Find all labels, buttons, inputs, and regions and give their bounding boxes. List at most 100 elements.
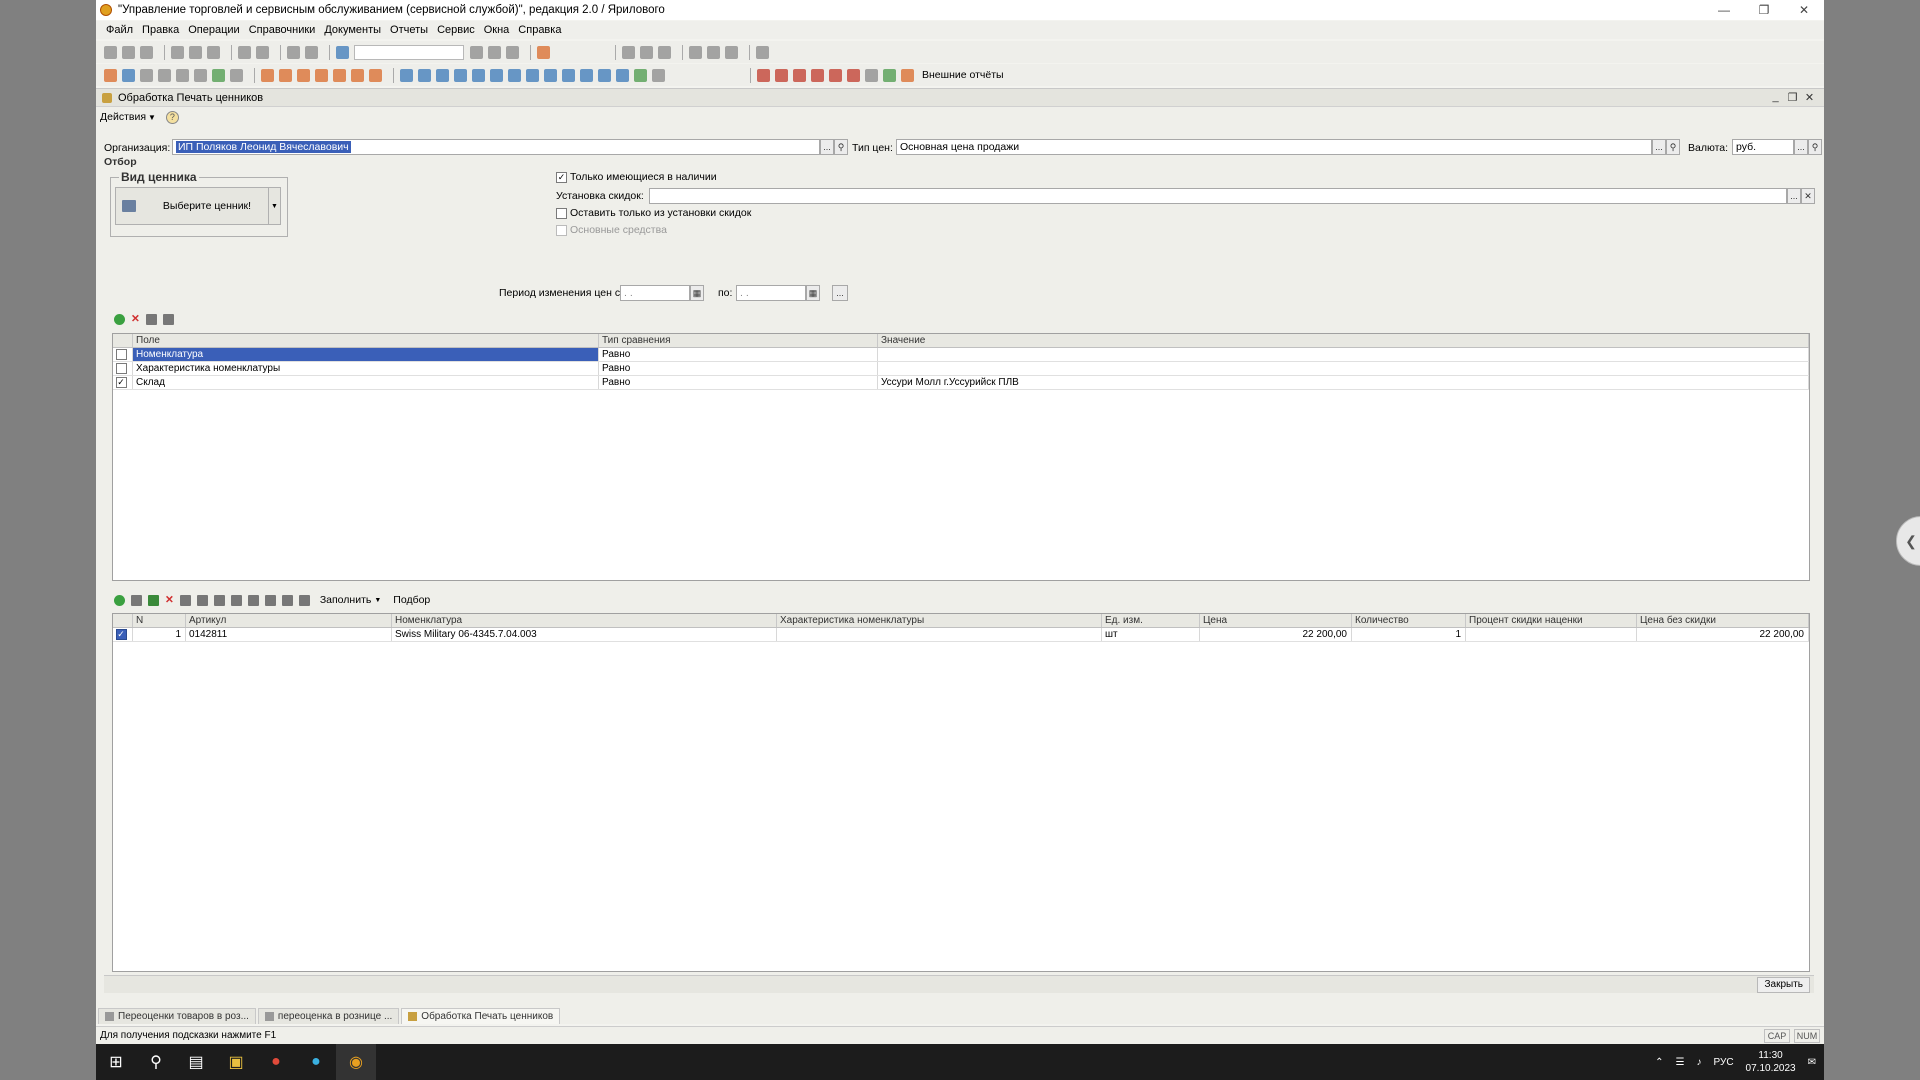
filter-row-checkbox[interactable]: ✓: [115, 377, 127, 388]
preview-icon[interactable]: [256, 45, 269, 59]
calculator-icon[interactable]: [622, 45, 635, 59]
menu-reports[interactable]: Отчеты: [390, 24, 428, 36]
copy-item-icon[interactable]: [131, 594, 142, 606]
calendar-icon[interactable]: [640, 45, 653, 59]
move-down-icon[interactable]: [213, 594, 225, 606]
sales-icon[interactable]: [261, 68, 274, 82]
cash-icon[interactable]: [351, 68, 364, 82]
notifications-icon[interactable]: ✉: [1808, 1057, 1816, 1068]
bank-icon[interactable]: [369, 68, 382, 82]
price-type-search-icon[interactable]: ⚲: [1666, 139, 1680, 155]
memory-minus-icon[interactable]: [725, 45, 738, 59]
filter-row-compare[interactable]: Равно: [599, 348, 878, 361]
client-icon[interactable]: [580, 68, 593, 82]
print-form-icon[interactable]: [158, 68, 171, 82]
items-row-unit[interactable]: шт: [1102, 628, 1200, 641]
delete-item-icon[interactable]: ✕: [165, 594, 174, 606]
sort-desc-icon[interactable]: [247, 594, 259, 606]
save-icon[interactable]: [140, 45, 153, 59]
items-row-price-no-discount[interactable]: 22 200,00: [1637, 628, 1809, 641]
external-reports-icon[interactable]: [901, 68, 914, 82]
delete-filter-icon[interactable]: ✕: [131, 313, 140, 325]
items-col-discount-pct[interactable]: Процент скидки наценки: [1466, 614, 1637, 627]
items-row-name[interactable]: Swiss Military 06-4345.7.04.003: [392, 628, 777, 641]
org-field[interactable]: ИП Поляков Леонид Вячеславович: [172, 139, 820, 155]
money-icon[interactable]: [634, 68, 647, 82]
chart-icon[interactable]: [230, 68, 243, 82]
service-icon[interactable]: [544, 68, 557, 82]
items-row-checkbox[interactable]: ✓: [115, 629, 127, 640]
1c-icon[interactable]: ◉: [336, 1044, 376, 1080]
chevron-down-icon[interactable]: ▼: [148, 113, 156, 122]
close-button[interactable]: Закрыть: [1757, 977, 1810, 993]
filter-col-compare[interactable]: Тип сравнения: [599, 334, 878, 347]
tag-kind-dropdown-icon[interactable]: ▼: [268, 188, 280, 224]
copy-icon[interactable]: [189, 45, 202, 59]
menu-catalogs[interactable]: Справочники: [249, 24, 316, 36]
items-col-sku[interactable]: Артикул: [186, 614, 392, 627]
find-all-icon[interactable]: [506, 45, 519, 59]
menu-help[interactable]: Справка: [518, 24, 561, 36]
paste-icon[interactable]: [207, 45, 220, 59]
start-icon[interactable]: ⊞: [96, 1044, 136, 1080]
items-col-unit[interactable]: Ед. изм.: [1102, 614, 1200, 627]
filter-row[interactable]: Характеристика номенклатуры Равно: [113, 362, 1809, 376]
language-indicator[interactable]: РУС: [1714, 1057, 1734, 1068]
doc-close-button[interactable]: ✕: [1801, 91, 1818, 104]
supplier-icon[interactable]: [598, 68, 611, 82]
menu-windows[interactable]: Окна: [484, 24, 510, 36]
repair-icon[interactable]: [562, 68, 575, 82]
maximize-button[interactable]: ❐: [1744, 0, 1784, 20]
info-icon[interactable]: [537, 45, 550, 59]
actions-menu[interactable]: Действия: [100, 111, 146, 123]
tab-repricing[interactable]: переоценка в рознице ...: [257, 1008, 400, 1024]
table-view-icon[interactable]: [212, 68, 225, 82]
filter-row-checkbox[interactable]: [115, 363, 127, 374]
filter-row[interactable]: ✓ Склад Равно Уссури Молл г.Уссурийск ПЛ…: [113, 376, 1809, 390]
cut-icon[interactable]: [171, 45, 184, 59]
discount-clear-icon[interactable]: ✕: [1801, 188, 1815, 204]
menu-service[interactable]: Сервис: [437, 24, 475, 36]
org-select-button[interactable]: ...: [820, 139, 834, 155]
discount-icon[interactable]: [526, 68, 539, 82]
filter-row-value[interactable]: [878, 348, 1809, 361]
items-col-price[interactable]: Цена: [1200, 614, 1352, 627]
warehouse-icon[interactable]: [400, 68, 413, 82]
file-explorer-icon[interactable]: ▣: [216, 1044, 256, 1080]
tool-grey-1-icon[interactable]: [865, 68, 878, 82]
items-col-characteristic[interactable]: Характеристика номенклатуры: [777, 614, 1102, 627]
inventory-icon[interactable]: [436, 68, 449, 82]
side-panel-handle-icon[interactable]: ❮: [1896, 516, 1920, 566]
items-copy-icon[interactable]: [281, 594, 293, 606]
tab-print-price-tags[interactable]: Обработка Печать ценников: [401, 1008, 561, 1024]
items-settings-icon[interactable]: [264, 594, 276, 606]
settings-icon[interactable]: [756, 45, 769, 59]
order-icon[interactable]: [315, 68, 328, 82]
filter-row-value[interactable]: Уссури Молл г.Уссурийск ПЛВ: [878, 376, 1809, 389]
currency-field[interactable]: руб.: [1732, 139, 1794, 155]
filter-row-compare[interactable]: Равно: [599, 376, 878, 389]
tool-red-6-icon[interactable]: [847, 68, 860, 82]
write-off-icon[interactable]: [454, 68, 467, 82]
filter-row-field[interactable]: Номенклатура: [133, 348, 599, 361]
close-window-button[interactable]: ✕: [1784, 0, 1824, 20]
open-icon[interactable]: [122, 45, 135, 59]
period-from-calendar-icon[interactable]: ▦: [690, 285, 704, 301]
help-icon[interactable]: ?: [165, 110, 179, 124]
contract-icon[interactable]: [616, 68, 629, 82]
reports-menu-icon[interactable]: [652, 68, 665, 82]
only-discount-checkbox[interactable]: [556, 207, 567, 219]
items-row[interactable]: ✓ 1 0142811 Swiss Military 06-4345.7.04.…: [113, 628, 1809, 642]
tool-green-icon[interactable]: [883, 68, 896, 82]
discount-select-button[interactable]: ...: [1787, 188, 1801, 204]
assembly-icon[interactable]: [490, 68, 503, 82]
price-type-select-button[interactable]: ...: [1652, 139, 1666, 155]
taskbar-search-icon[interactable]: ⚲: [136, 1044, 176, 1080]
filter-col-value[interactable]: Значение: [878, 334, 1809, 347]
return-icon[interactable]: [297, 68, 310, 82]
filter-settings-icon[interactable]: [145, 313, 157, 325]
in-stock-checkbox[interactable]: ✓: [556, 171, 567, 183]
items-row-discount-pct[interactable]: [1466, 628, 1637, 641]
tool-red-3-icon[interactable]: [793, 68, 806, 82]
external-reports-menu[interactable]: Внешние отчёты: [922, 69, 1004, 81]
